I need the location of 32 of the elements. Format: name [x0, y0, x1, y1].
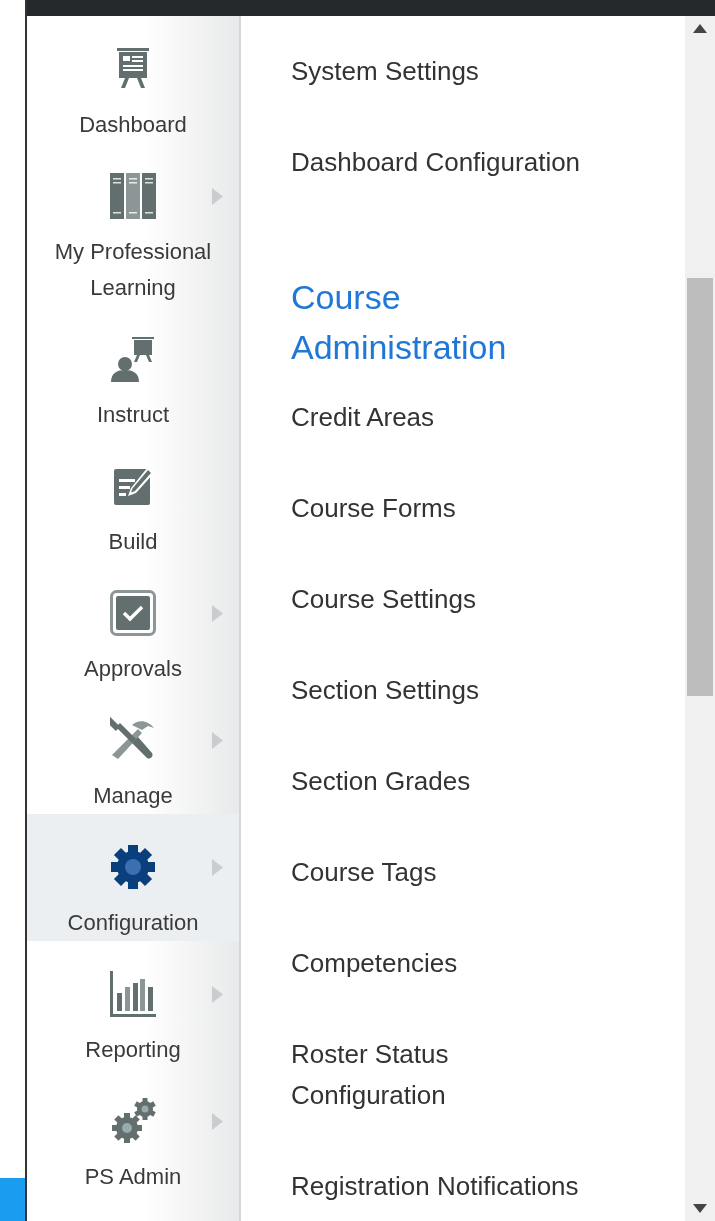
checkbox-icon: [110, 590, 156, 636]
bar-chart-icon: [110, 971, 156, 1017]
menu-link[interactable]: Course Settings: [291, 554, 591, 645]
sidebar-item[interactable]: Manage: [27, 687, 239, 814]
gears-icon: [110, 1098, 156, 1144]
scrollbar[interactable]: [685, 16, 715, 1221]
sidebar-item[interactable]: Reporting: [27, 941, 239, 1068]
menu-link[interactable]: System Settings: [291, 26, 591, 117]
menu-link[interactable]: Dashboard Configuration: [291, 117, 591, 208]
section-heading: Course Administration: [291, 277, 508, 368]
scroll-thumb[interactable]: [687, 278, 713, 696]
gear-icon: [110, 844, 156, 890]
menu-link[interactable]: Roster Status Configuration: [291, 1009, 591, 1141]
presenter-icon: [110, 336, 156, 382]
menu-link[interactable]: Section Grades: [291, 736, 591, 827]
scroll-down-icon[interactable]: [693, 1204, 707, 1213]
menu-link[interactable]: Competencies: [291, 918, 591, 1009]
menu-link[interactable]: Section Settings: [291, 645, 591, 736]
menu-link[interactable]: Course Forms: [291, 463, 591, 554]
menu-link[interactable]: Course Tags: [291, 827, 591, 918]
menu-link[interactable]: Registration Notifications: [291, 1141, 591, 1221]
sidebar-item[interactable]: Dashboard: [27, 16, 239, 143]
sidebar-item[interactable]: My Professional Learning: [27, 143, 239, 306]
sidebar-item[interactable]: PS Admin: [27, 1068, 239, 1195]
sidebar-item[interactable]: Instruct: [27, 306, 239, 433]
sidebar-item[interactable]: Approvals: [27, 560, 239, 687]
scroll-up-icon[interactable]: [693, 24, 707, 33]
sidebar-item[interactable]: Build: [27, 433, 239, 560]
sidebar-item[interactable]: Configuration: [27, 814, 239, 941]
menu-link[interactable]: Credit Areas: [291, 372, 591, 463]
taskbar-strip: [0, 1178, 25, 1221]
books-icon: [110, 173, 156, 219]
